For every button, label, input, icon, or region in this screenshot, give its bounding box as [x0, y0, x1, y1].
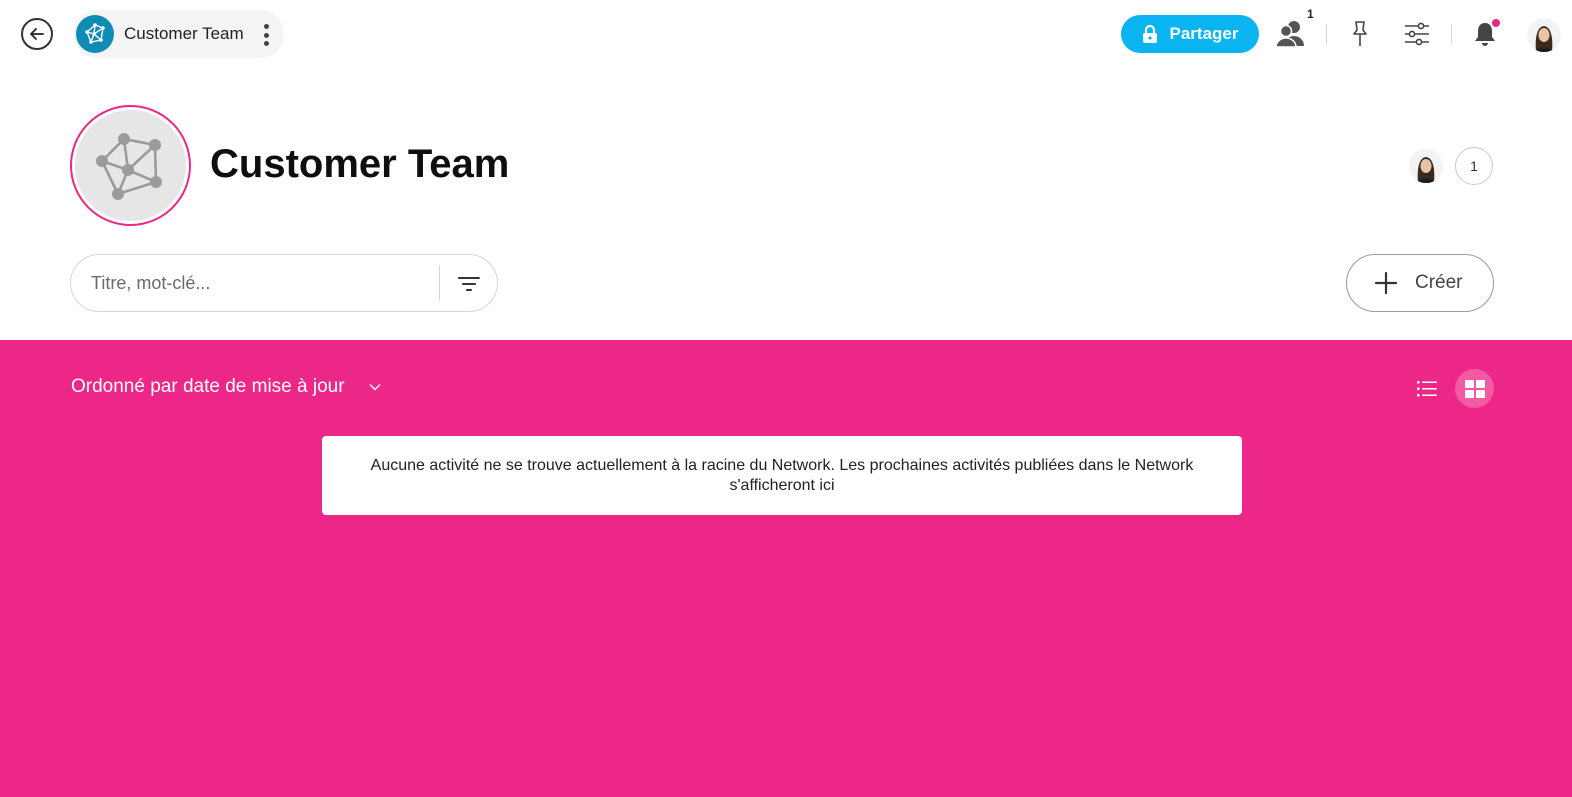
breadcrumb[interactable]: Customer Team	[74, 10, 284, 58]
breadcrumb-title: Customer Team	[124, 24, 244, 43]
notification-dot	[1492, 19, 1500, 27]
settings-button[interactable]	[1400, 17, 1434, 51]
create-button[interactable]: Créer	[1346, 254, 1494, 312]
network-icon	[95, 132, 162, 200]
top-bar: Customer Team Partager 1	[0, 0, 1572, 68]
back-arrow-icon	[30, 28, 44, 40]
back-button[interactable]	[21, 18, 53, 50]
pin-button[interactable]	[1343, 17, 1377, 51]
plus-icon	[1375, 272, 1397, 294]
activity-area: Ordonné par date de mise à jour Aucune a…	[0, 340, 1572, 797]
members-button[interactable]	[1274, 17, 1308, 51]
list-view-button[interactable]	[1410, 372, 1444, 406]
grid-view-icon	[1464, 379, 1485, 398]
grid-view-button[interactable]	[1455, 369, 1494, 408]
empty-state-message: Aucune activité ne se trouve actuellemen…	[322, 436, 1242, 515]
sort-dropdown[interactable]: Ordonné par date de mise à jour	[71, 376, 381, 398]
share-label: Partager	[1169, 24, 1239, 43]
sort-label: Ordonné par date de mise à jour	[71, 376, 345, 397]
lock-icon	[1142, 24, 1157, 43]
members-count-badge: 1	[1307, 7, 1314, 21]
chevron-down-icon	[369, 384, 381, 391]
group-avatar	[70, 105, 191, 226]
list-view-icon	[1417, 381, 1437, 397]
members-icon	[1275, 21, 1304, 48]
filter-button[interactable]	[451, 267, 487, 301]
toolbar-divider	[1326, 24, 1327, 44]
search-divider	[439, 265, 440, 301]
user-avatar[interactable]	[1527, 18, 1561, 52]
filter-icon	[458, 277, 480, 291]
search-bar	[70, 254, 498, 312]
page-title: Customer Team	[210, 142, 510, 186]
member-count-button[interactable]: 1	[1455, 147, 1493, 185]
settings-sliders-icon	[1405, 22, 1429, 46]
member-avatar[interactable]	[1409, 149, 1443, 183]
share-button[interactable]: Partager	[1121, 15, 1259, 53]
network-icon	[76, 15, 114, 53]
more-vertical-icon[interactable]	[262, 24, 270, 46]
pin-icon	[1353, 21, 1367, 46]
search-input[interactable]	[91, 272, 431, 294]
create-label: Créer	[1415, 272, 1463, 293]
toolbar-divider	[1451, 24, 1452, 44]
